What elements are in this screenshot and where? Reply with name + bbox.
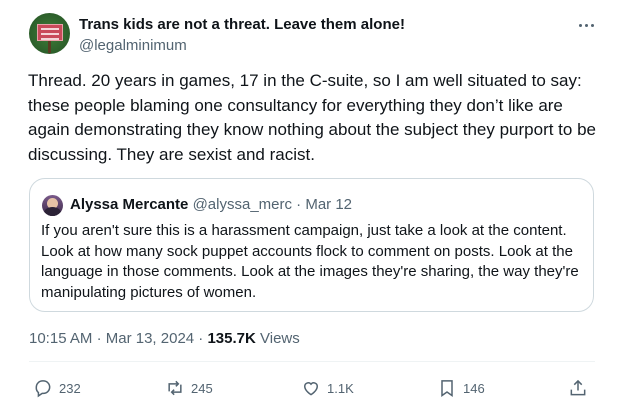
tweet-text: Thread. 20 years in games, 17 in the C-s… xyxy=(28,71,596,164)
reply-count: 232 xyxy=(59,380,81,396)
quoted-author-name: Alyssa Mercante xyxy=(70,196,189,213)
tweet-date[interactable]: Mar 13, 2024 xyxy=(106,330,194,347)
bookmark-count: 146 xyxy=(463,380,485,396)
repost-count: 245 xyxy=(191,380,213,396)
avatar-sign xyxy=(37,24,63,41)
bookmark-button[interactable]: 146 xyxy=(437,376,485,400)
like-count: 1.1K xyxy=(327,380,354,396)
bookmark-icon xyxy=(441,380,453,397)
author-handle[interactable]: @legalminimum xyxy=(79,37,187,54)
tweet-timestamp: 10:15 AM · Mar 13, 2024 · 135.7K Views xyxy=(29,330,300,347)
divider xyxy=(29,361,595,362)
repost-icon xyxy=(168,380,182,396)
views-label: Views xyxy=(260,330,300,347)
author-display-name[interactable]: Trans kids are not a threat. Leave them … xyxy=(79,16,405,33)
quoted-tweet-date: Mar 12 xyxy=(305,196,353,213)
tweet-time[interactable]: 10:15 AM xyxy=(29,330,92,347)
quoted-tweet-header: Alyssa Mercante @alyssa_merc · Mar 12 xyxy=(70,196,353,213)
author-avatar[interactable] xyxy=(29,13,70,54)
quoted-author-avatar xyxy=(42,195,63,216)
share-icon xyxy=(570,379,586,396)
like-button[interactable]: 1.1K xyxy=(301,376,354,400)
share-button[interactable] xyxy=(568,376,588,400)
quoted-tweet[interactable]: Alyssa Mercante @alyssa_merc · Mar 12 If… xyxy=(29,178,594,312)
quoted-author-handle: @alyssa_merc xyxy=(192,196,292,213)
repost-button[interactable]: 245 xyxy=(165,376,213,400)
views-count: 135.7K xyxy=(207,330,256,347)
more-icon[interactable] xyxy=(575,14,597,36)
reply-icon xyxy=(35,380,51,398)
like-icon xyxy=(303,382,319,396)
quoted-tweet-text: If you aren't sure this is a harassment … xyxy=(41,222,579,301)
reply-button[interactable]: 232 xyxy=(33,376,81,400)
